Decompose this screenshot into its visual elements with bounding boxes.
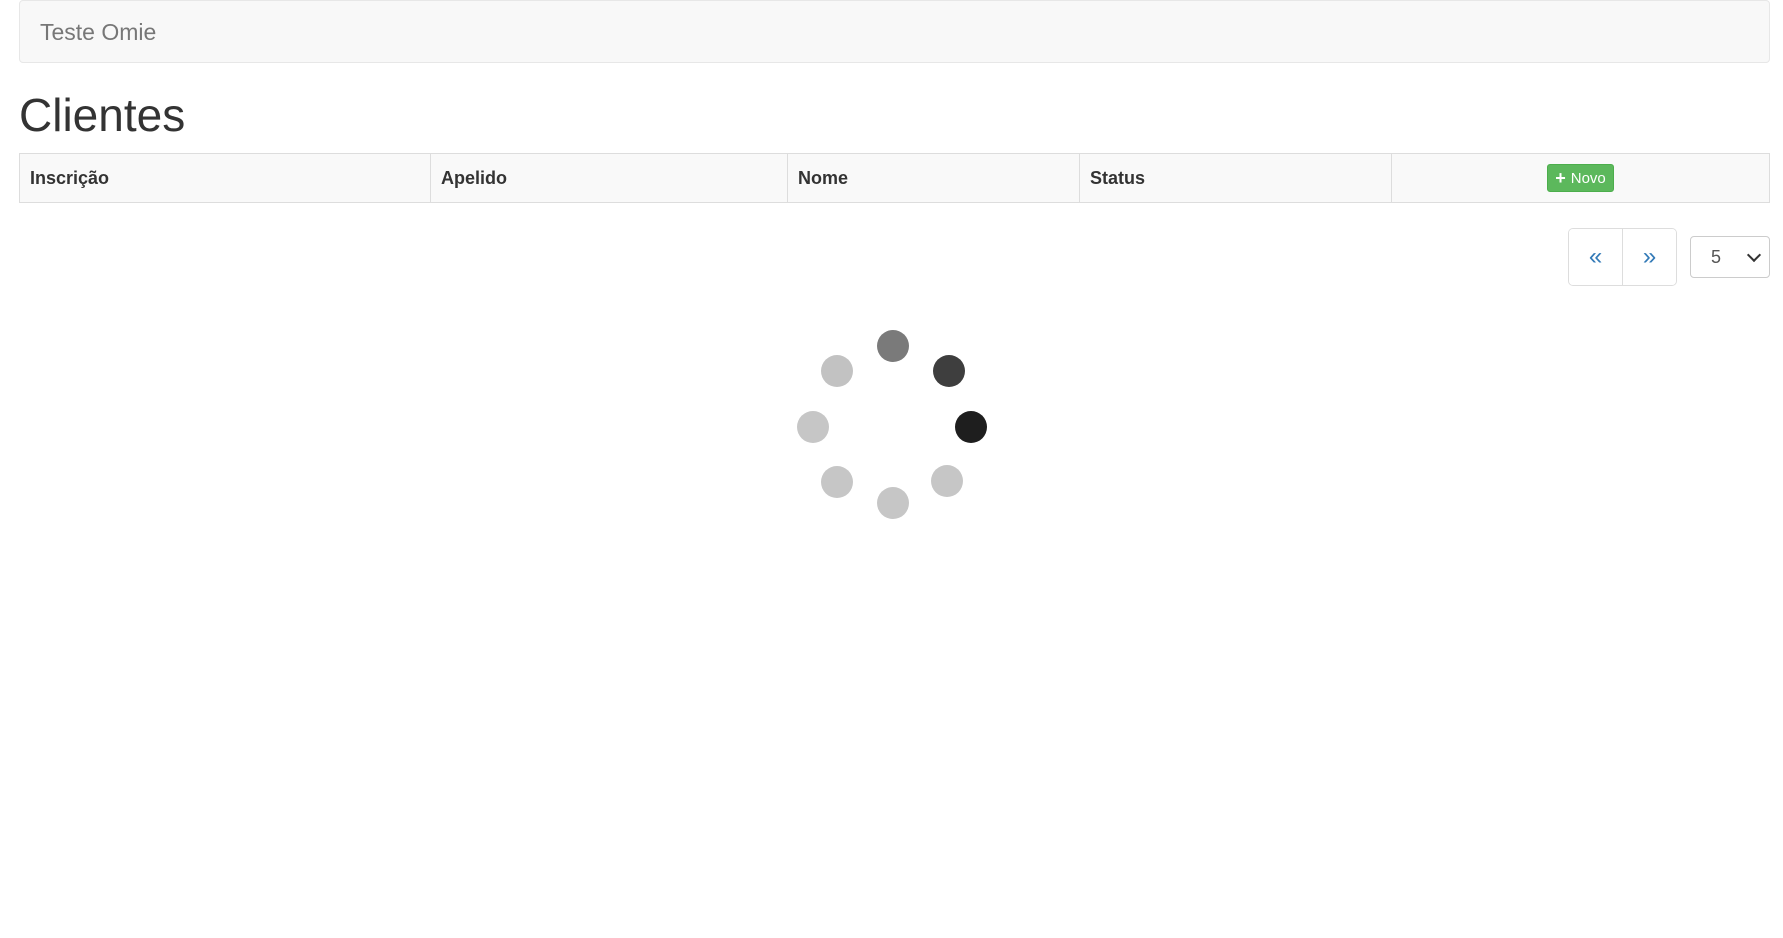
chevron-down-icon [1746, 247, 1762, 262]
spinner-dot [877, 487, 909, 519]
column-header-status[interactable]: Status [1080, 154, 1392, 202]
column-header-apelido[interactable]: Apelido [431, 154, 788, 202]
column-header-actions: + Novo [1392, 154, 1769, 202]
column-header-inscricao[interactable]: Inscrição [20, 154, 431, 202]
clients-table-header: Inscrição Apelido Nome Status + Novo [19, 153, 1770, 203]
page-size-value: 5 [1711, 246, 1722, 267]
spinner-dot [931, 465, 963, 497]
page-title: Clientes [19, 89, 186, 141]
pagination: « » [1568, 228, 1677, 286]
previous-page-button[interactable]: « [1569, 229, 1622, 285]
page-size-select[interactable]: 5 [1690, 236, 1770, 278]
column-header-nome[interactable]: Nome [788, 154, 1080, 202]
spinner-dot [955, 411, 987, 443]
spinner-dot [821, 355, 853, 387]
loading-spinner [790, 325, 995, 525]
next-page-button[interactable]: » [1622, 229, 1676, 285]
spinner-dot [933, 355, 965, 387]
new-client-button[interactable]: + Novo [1547, 164, 1614, 192]
spinner-dot [877, 330, 909, 362]
plus-icon: + [1555, 168, 1566, 188]
spinner-dot [797, 411, 829, 443]
top-navbar: Teste Omie [19, 0, 1770, 63]
spinner-dot [821, 466, 853, 498]
brand-link[interactable]: Teste Omie [40, 18, 156, 46]
new-client-button-label: Novo [1570, 169, 1606, 187]
